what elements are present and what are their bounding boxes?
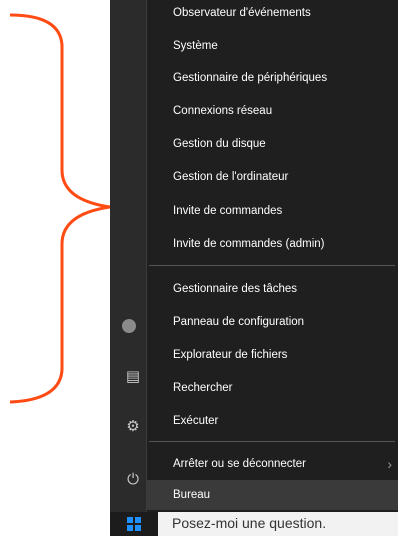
menu-item-executer[interactable]: Exécuter [147,406,398,436]
menu-item-arreter-deconnecter[interactable]: Arrêter ou se déconnecter › [147,449,398,479]
menu-item-gestion-ordinateur[interactable]: Gestion de l'ordinateur [147,162,398,192]
menu-item-label: Arrêter ou se déconnecter [173,458,306,470]
menu-item-bureau[interactable]: Bureau [147,480,398,510]
search-placeholder: Posez-moi une question. [172,515,327,531]
menu-item-panneau-configuration[interactable]: Panneau de configuration [147,307,398,337]
menu-item-explorateur-fichiers[interactable]: Explorateur de fichiers [147,340,398,370]
menu-item-invite-commandes[interactable]: Invite de commandes [147,196,398,226]
power-icon[interactable]: ⏻ [123,470,143,490]
user-icon[interactable] [122,319,136,333]
start-button[interactable] [110,512,158,536]
menu-item-connexions-reseau[interactable]: Connexions réseau [147,96,398,126]
search-box[interactable]: Posez-moi une question. [158,512,398,536]
menu-item-gestionnaire-taches[interactable]: Gestionnaire des tâches [147,274,398,304]
winx-context-menu: Observateur d'événements Système Gestion… [146,0,398,512]
menu-item-observateur-evenements[interactable]: Observateur d'événements [147,0,398,28]
menu-item-systeme[interactable]: Système [147,31,398,61]
annotation-brace [9,13,111,404]
menu-separator [149,265,395,266]
menu-item-rechercher[interactable]: Rechercher [147,373,398,403]
menu-item-gestionnaire-peripheriques[interactable]: Gestionnaire de périphériques [147,63,398,93]
chevron-right-icon: › [387,456,392,472]
file-explorer-icon[interactable]: ▤ [123,367,143,387]
taskbar: Posez-moi une question. [110,512,398,536]
settings-icon[interactable]: ⚙ [123,417,143,437]
menu-item-invite-commandes-admin[interactable]: Invite de commandes (admin) [147,229,398,259]
windows-logo-icon [127,517,141,531]
menu-separator [149,441,395,442]
menu-item-gestion-disque[interactable]: Gestion du disque [147,129,398,159]
